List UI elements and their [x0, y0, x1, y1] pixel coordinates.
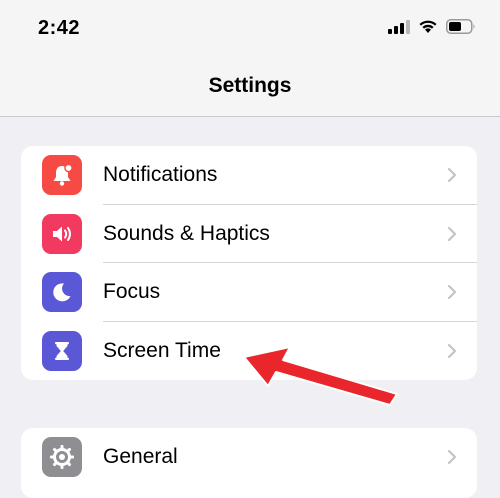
status-bar: 2:42	[0, 0, 500, 60]
settings-group-1: Notifications Sounds & Haptics Focus Scr…	[21, 146, 477, 380]
settings-row-label: Screen Time	[103, 338, 221, 362]
hourglass-icon	[42, 330, 82, 371]
chevron-right-icon	[447, 285, 457, 300]
settings-row-general[interactable]: General	[21, 428, 477, 487]
gear-icon	[42, 437, 82, 478]
settings-row-screen-time[interactable]: Screen Time	[21, 322, 477, 381]
bell-icon	[42, 155, 82, 196]
chevron-right-icon	[447, 168, 457, 183]
settings-row-focus[interactable]: Focus	[21, 263, 477, 322]
wifi-icon	[419, 20, 437, 33]
settings-row-label: General	[103, 445, 178, 469]
page-title: Settings	[208, 74, 292, 97]
settings-row-label: Focus	[103, 280, 161, 304]
speaker-icon	[42, 213, 82, 254]
cellular-signal-icon	[388, 19, 410, 34]
settings-row-label: Notifications	[103, 163, 218, 187]
battery-icon	[446, 19, 475, 34]
chevron-right-icon	[447, 450, 457, 465]
settings-row-sounds-haptics[interactable]: Sounds & Haptics	[21, 205, 477, 263]
settings-row-label: Sounds & Haptics	[103, 221, 270, 245]
chevron-right-icon	[447, 226, 457, 241]
status-icons	[388, 19, 476, 34]
status-time: 2:42	[38, 17, 81, 39]
header-area: 2:42 Settings	[0, 0, 500, 117]
chevron-right-icon	[447, 343, 457, 358]
settings-row-notifications[interactable]: Notifications	[21, 146, 477, 205]
moon-icon	[42, 272, 82, 313]
